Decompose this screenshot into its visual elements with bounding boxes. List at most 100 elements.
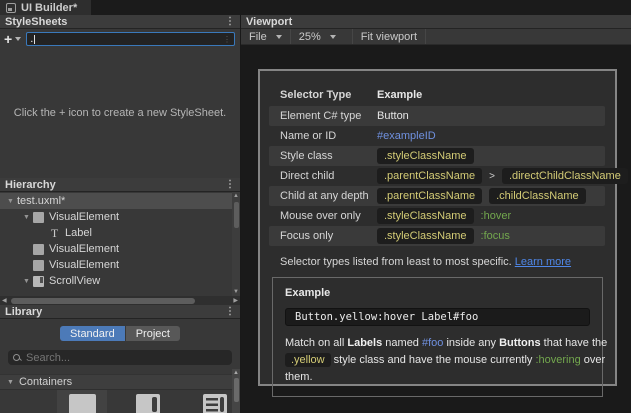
selector-row-child-at-any-depth: Child at any depth .parentClassName .child…	[269, 186, 605, 206]
selector-table-header: Selector Type Example	[269, 84, 605, 106]
id-selector-text: #exampleID	[377, 130, 436, 142]
selector-example-cell: .styleClassName	[377, 148, 474, 164]
hierarchy-panel: Hierarchy ⋮ ▲ ▼ ▼ test.uxml* ▼ VisualElemen…	[0, 178, 240, 305]
input-menu-dots-icon[interactable]: ⋮	[223, 35, 231, 44]
example-text: Match on all	[285, 337, 348, 349]
kebab-menu-icon[interactable]: ⋮	[225, 179, 235, 190]
learn-more-link[interactable]: Learn more	[515, 256, 571, 268]
visual-element-icon	[33, 243, 44, 255]
hierarchy-horizontal-scrollbar[interactable]: ◀ ▶	[0, 296, 240, 305]
selector-input-value: .	[30, 33, 34, 45]
file-menu-label: File	[249, 30, 267, 43]
viewport-toolbar: File 25% Fit viewport	[241, 29, 631, 45]
selector-type-cell: Element C# type	[280, 110, 362, 122]
stylesheet-selector-input[interactable]: . ⋮	[26, 32, 235, 46]
tree-item-label[interactable]: T Label	[0, 225, 232, 241]
example-box: Example Button.yellow:hover Label#foo Ma…	[272, 277, 607, 397]
column-selector-type: Selector Type	[280, 89, 352, 101]
library-item-visualelement[interactable]	[57, 390, 108, 413]
library-vertical-scrollbar[interactable]: ▲	[232, 369, 240, 413]
class-name-pill: .childClassName	[489, 188, 586, 204]
tree-item-visualelement[interactable]: ▼ VisualElement	[0, 209, 232, 225]
viewport-column: Viewport File 25% Fit viewport Selector …	[241, 15, 631, 413]
selector-table-rows: Element C# type Button Name or ID #exampleI…	[269, 106, 628, 246]
expand-arrow-icon[interactable]: ▼	[4, 198, 17, 205]
tab-ui-builder[interactable]: UI Builder*	[0, 0, 92, 15]
tree-item-label: VisualElement	[49, 211, 120, 223]
section-title: Containers	[18, 376, 73, 388]
list-view-icon	[202, 394, 227, 413]
example-text: named	[382, 337, 422, 349]
scroll-view-icon	[33, 275, 44, 287]
tree-item-test-uxml[interactable]: ▼ test.uxml*	[0, 193, 232, 209]
class-name-pill: .styleClassName	[377, 228, 474, 244]
viewport-canvas: Selector Type Example Element C# type But…	[241, 46, 631, 413]
class-name-pill: .parentClassName	[377, 188, 483, 204]
example-text: style class and have the mouse currently	[330, 354, 536, 366]
example-code-text: Button.yellow:hover Label#foo	[295, 311, 479, 323]
scroll-down-icon[interactable]: ▼	[233, 289, 239, 295]
tree-item-visualelement[interactable]: VisualElement	[0, 257, 232, 273]
kebab-menu-icon[interactable]: ⋮	[225, 306, 235, 317]
tree-item-label: VisualElement	[49, 243, 120, 255]
tab-project[interactable]: Project	[125, 326, 180, 341]
section-containers[interactable]: ▼ Containers	[0, 374, 240, 390]
selector-type-cell: Name or ID	[280, 130, 337, 142]
class-name-pill: .styleClassName	[377, 148, 474, 164]
hierarchy-vertical-scrollbar[interactable]: ▲ ▼	[232, 192, 240, 296]
hierarchy-tree: ▲ ▼ ▼ test.uxml* ▼ VisualElement T Label Visua…	[0, 192, 240, 296]
window-titlebar: UI Builder*	[0, 0, 631, 15]
example-description: Match on all Labels named #foo inside an…	[285, 335, 609, 386]
add-dropdown-caret-icon[interactable]	[15, 37, 22, 41]
class-name-pill: .yellow	[285, 353, 331, 367]
bold-text: Buttons	[499, 337, 541, 349]
scroll-up-icon[interactable]: ▲	[233, 193, 239, 199]
selector-row-focus-only: Focus only .styleClassName:focus	[269, 226, 605, 246]
selector-example-cell: .parentClassName .childClassName	[377, 188, 586, 204]
viewport-header: Viewport	[241, 15, 631, 29]
library-search-field[interactable]	[8, 350, 232, 365]
file-menu-button[interactable]: File	[241, 29, 291, 44]
stylesheets-header: StyleSheets ⋮	[0, 15, 240, 29]
tree-item-label: ScrollView	[49, 275, 101, 287]
fit-viewport-button[interactable]: Fit viewport	[353, 29, 427, 44]
add-stylesheet-button[interactable]: +	[4, 32, 12, 46]
class-name-pill: .styleClassName	[377, 208, 474, 224]
expand-arrow-icon[interactable]: ▼	[20, 278, 33, 285]
stylesheets-toolbar: + . ⋮	[0, 29, 240, 48]
zoom-level-value: 25%	[298, 30, 321, 43]
scroll-left-icon[interactable]: ◀	[2, 297, 7, 304]
fit-viewport-label: Fit viewport	[360, 30, 418, 43]
selector-type-cell: Mouse over only	[280, 210, 361, 222]
kebab-menu-icon[interactable]: ⋮	[225, 16, 235, 27]
tree-item-scrollview[interactable]: ▼ ScrollView	[0, 273, 232, 289]
stylesheets-panel: StyleSheets ⋮ + . ⋮ Click the + icon to …	[0, 15, 240, 178]
text-cursor	[34, 34, 36, 44]
ui-builder-window: UI Builder* StyleSheets ⋮ + . ⋮ Click th…	[0, 0, 631, 413]
column-example: Example	[377, 89, 423, 101]
zoom-level-dropdown[interactable]: 25%	[291, 29, 353, 44]
library-header: Library ⋮	[0, 305, 240, 319]
id-selector-text: #foo	[421, 337, 444, 349]
library-panel: Library ⋮ StandardProject ▼ Containers ▲	[0, 305, 240, 413]
selector-row-direct-child: Direct child .parentClassName > .directChil…	[269, 166, 628, 186]
tree-item-visualelement[interactable]: VisualElement	[0, 241, 232, 257]
tab-standard[interactable]: Standard	[60, 326, 125, 341]
expand-arrow-icon[interactable]: ▼	[20, 214, 33, 221]
scrollbar-thumb[interactable]	[234, 202, 239, 228]
scroll-right-icon[interactable]: ▶	[233, 297, 238, 304]
search-input[interactable]	[26, 351, 227, 364]
scroll-view-icon	[136, 394, 161, 413]
hierarchy-title: Hierarchy	[5, 178, 56, 191]
scroll-up-icon[interactable]: ▲	[233, 370, 239, 376]
selector-type-cell: Direct child	[280, 170, 335, 182]
selector-type-cell: Child at any depth	[280, 190, 369, 202]
class-name-pill: .parentClassName	[377, 168, 483, 184]
scrollbar-thumb[interactable]	[234, 378, 239, 402]
selector-example-cell: Button	[377, 110, 409, 122]
pseudo-state-text: :focus	[480, 230, 510, 242]
library-item-scrollview[interactable]	[123, 390, 173, 413]
chevron-down-icon[interactable]: ▼	[7, 379, 14, 386]
scrollbar-thumb[interactable]	[11, 297, 195, 304]
selector-example-cell: .parentClassName > .directChildClassName	[377, 168, 628, 184]
